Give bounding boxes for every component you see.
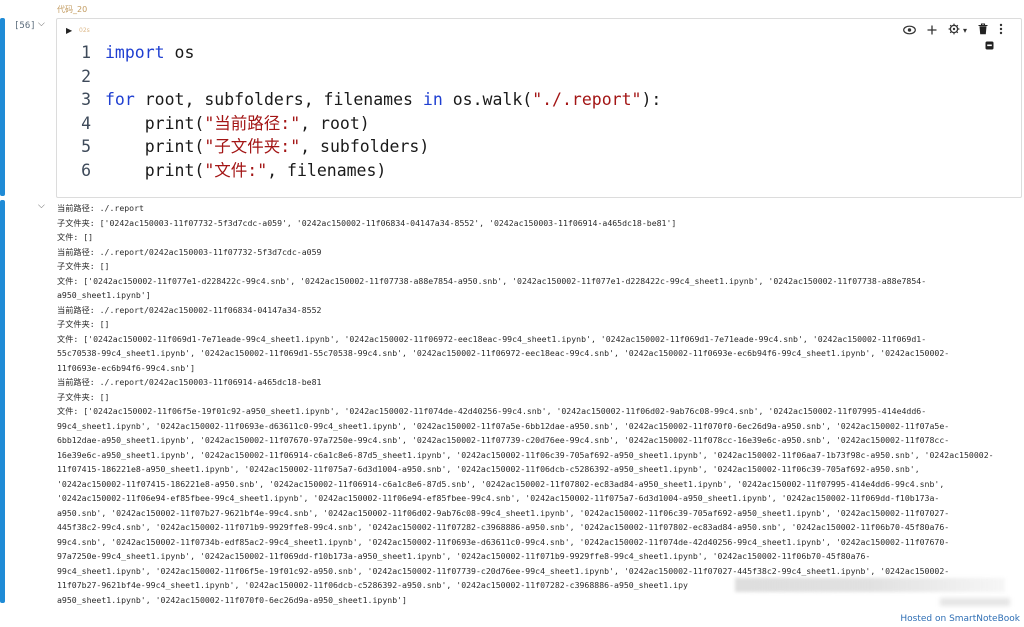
output-line: a950.snb', '0242ac150002-11f07b27-9621bf…: [57, 507, 950, 518]
code-keyword: in: [422, 90, 443, 109]
output-line: 子文件夹: []: [57, 261, 110, 271]
output-line: 97a7250e-99c4_sheet1.ipynb', '0242ac1500…: [57, 551, 871, 561]
code-token: , subfolders): [300, 137, 430, 156]
code-text: print("子文件夹:", subfolders): [91, 135, 430, 159]
code-token: print(: [105, 113, 205, 133]
output-line: 子文件夹: []: [57, 319, 110, 329]
output-line: 文件: ['0242ac150002-11f077e1-d228422c-99c…: [57, 275, 927, 286]
output-line: 当前路径: ./.report/0242ac150002-11f06834-04…: [57, 304, 322, 315]
code-token: ):: [641, 90, 662, 109]
redacted-area-2: [940, 598, 1010, 606]
collapse-input-chevron-down-icon[interactable]: ⌵: [38, 19, 45, 29]
line-number: 5: [81, 137, 91, 156]
output-line: 99c4_sheet1.ipynb', '0242ac150002-11f06f…: [57, 565, 950, 576]
code-token: os.walk(: [442, 90, 533, 109]
code-line[interactable]: 5 print("子文件夹:", subfolders): [57, 135, 661, 159]
code-token: print(: [105, 137, 205, 156]
code-token: print(: [105, 160, 205, 180]
more-icon[interactable]: [999, 23, 1003, 38]
output-line: 子文件夹: []: [57, 391, 110, 402]
code-line[interactable]: 6 print("文件:", filenames): [57, 159, 661, 183]
trash-icon[interactable]: [978, 23, 988, 38]
run-duration: 02s: [79, 27, 90, 34]
code-editor[interactable]: ▶ 02s ▾ 1 import os 2 3 for root, subfolders…: [56, 18, 1022, 198]
code-line[interactable]: 2: [57, 65, 661, 89]
run-cell-play-icon[interactable]: ▶: [66, 26, 72, 35]
execution-count: [56]: [14, 21, 36, 31]
hosted-footer: Hosted on SmartNoteBook: [900, 614, 1020, 624]
cell-output: 当前路径: ./.report 子文件夹: ['0242ac150003-11f0…: [57, 201, 1012, 607]
output-line: 当前路径: ./.report: [57, 203, 144, 213]
code-string: "./.report": [532, 90, 642, 109]
output-line: 445f38c2-99c4.snb', '0242ac150002-11f071…: [57, 522, 950, 532]
output-line: 99c4.snb', '0242ac150002-11f0734b-edf85a…: [57, 536, 950, 547]
code-text: print("文件:", filenames): [91, 159, 387, 183]
code-string: "当前路径:": [204, 113, 301, 133]
code-token: root, subfolders, filenames: [134, 90, 423, 109]
chevron-down-icon[interactable]: ▾: [963, 24, 967, 38]
cell-title: 代码_20: [57, 5, 88, 14]
plus-icon[interactable]: [927, 24, 937, 38]
line-number: 2: [81, 66, 91, 86]
code-line[interactable]: 4 print("当前路径:", root): [57, 112, 661, 136]
code-lines: 1 import os 2 3 for root, subfolders, filena…: [57, 41, 661, 182]
output-line: '0242ac150002-11f07415-186221e8-a950.snb…: [57, 478, 945, 489]
output-line: a950_sheet1.ipynb']: [57, 290, 151, 300]
code-text: for root, subfolders, filenames in os.wa…: [91, 88, 661, 112]
code-text: import os: [91, 41, 194, 65]
output-line: 文件: ['0242ac150002-11f069d1-7e71eade-99c…: [57, 333, 927, 344]
output-line: 文件: []: [57, 232, 94, 242]
output-line: 6bb12dae-a950_sheet1.ipynb', '0242ac1500…: [57, 435, 950, 445]
line-number: 6: [81, 160, 91, 180]
output-line: '0242ac150002-11f06e94-ef85fbee-99c4_she…: [57, 493, 940, 503]
code-token: , filenames): [267, 160, 387, 180]
output-line: 99c4_sheet1.ipynb', '0242ac150002-11f069…: [57, 420, 950, 431]
cell-input-indicator: [0, 18, 5, 196]
output-line: 当前路径: ./.report/0242ac150003-11f06914-a4…: [57, 377, 322, 387]
output-line: 当前路径: ./.report/0242ac150003-11f07732-5f…: [57, 246, 322, 257]
cell-toolbar: ▾: [903, 23, 1003, 38]
output-line: 55c70538-99c4_sheet1.ipynb', '0242ac1500…: [57, 348, 950, 358]
output-line: 文件: ['0242ac150002-11f06f5e-19f01c92-a95…: [57, 406, 927, 416]
line-number: 1: [81, 43, 91, 62]
code-line[interactable]: 1 import os: [57, 41, 661, 65]
code-string: "文件:": [204, 160, 268, 180]
redacted-area: [735, 578, 1005, 592]
code-token: , root): [300, 113, 370, 133]
cell-type-icon[interactable]: [985, 41, 994, 53]
output-line: 11f0693e-ec6b94f6-99c4.snb']: [57, 362, 196, 373]
line-number: 3: [81, 90, 91, 109]
code-token: os: [164, 43, 195, 62]
code-keyword: import: [105, 43, 165, 62]
eye-icon[interactable]: [903, 24, 916, 38]
code-keyword: for: [105, 90, 135, 109]
code-text: print("当前路径:", root): [91, 112, 370, 136]
code-string: "子文件夹:": [204, 137, 301, 156]
gear-icon[interactable]: [948, 23, 960, 38]
line-number: 4: [81, 113, 91, 133]
output-line: a950_sheet1.ipynb', '0242ac150002-11f070…: [57, 594, 407, 605]
output-line: 11f07415-186221e8-a950_sheet1.ipynb', '0…: [57, 464, 920, 474]
code-line[interactable]: 3 for root, subfolders, filenames in os.w…: [57, 88, 661, 112]
output-line: 16e39e6c-a950_sheet1.ipynb', '0242ac1500…: [57, 449, 994, 460]
cell-output-indicator: [0, 200, 5, 603]
collapse-output-chevron-down-icon[interactable]: ⌵: [38, 201, 45, 211]
output-line: 子文件夹: ['0242ac150003-11f07732-5f3d7cdc-a…: [57, 217, 677, 228]
